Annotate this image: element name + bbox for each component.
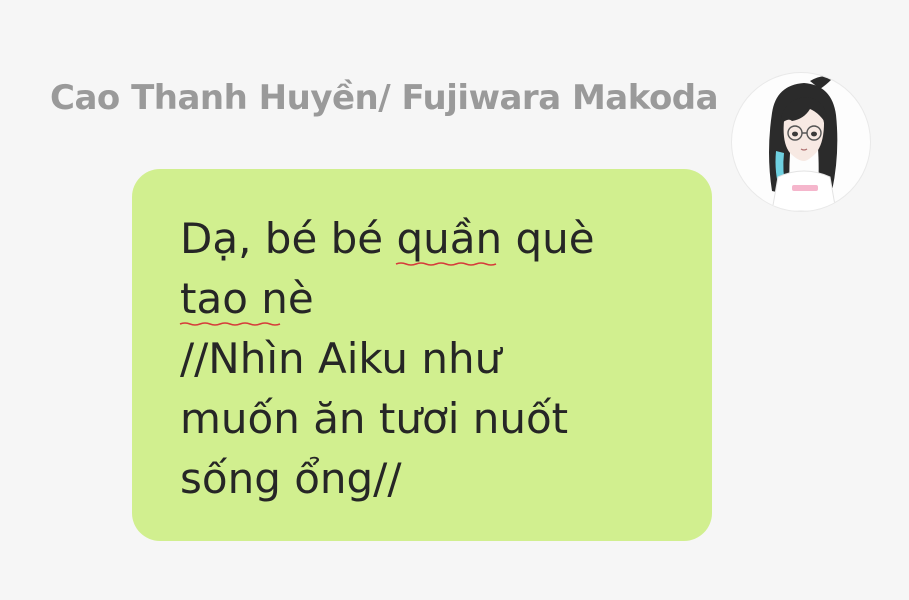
anime-girl-avatar-icon: [769, 76, 838, 211]
message-text: Dạ, bé bé quần què tao nè //Nhìn Aiku nh…: [179, 209, 595, 509]
message-line: muốn ăn tươi nuốt: [180, 394, 569, 443]
spellcheck-underline: [179, 322, 281, 326]
message-text-segment: Dạ, bé bé: [180, 214, 397, 263]
message-line: //Nhìn Aiku như: [180, 334, 502, 383]
spellcheck-underline: [396, 262, 497, 266]
spellcheck-word[interactable]: quần què: [396, 209, 595, 269]
message-line: tao nè: [179, 269, 595, 329]
message-line: sống ổng//: [180, 454, 402, 503]
message-text-segment: quần què: [396, 214, 595, 263]
message-line: Dạ, bé bé quần què: [180, 209, 595, 269]
spellcheck-word[interactable]: tao nè: [179, 269, 314, 329]
sender-name: Cao Thanh Huyền/ Fujiwara Makoda: [50, 78, 719, 118]
message-text-segment: tao nè: [180, 274, 314, 323]
chat-screen: { "sender": { "name": "Cao Thanh Huyền/ …: [0, 0, 909, 600]
message-bubble[interactable]: Dạ, bé bé quần què tao nè //Nhìn Aiku nh…: [132, 169, 712, 541]
avatar[interactable]: [731, 72, 871, 212]
